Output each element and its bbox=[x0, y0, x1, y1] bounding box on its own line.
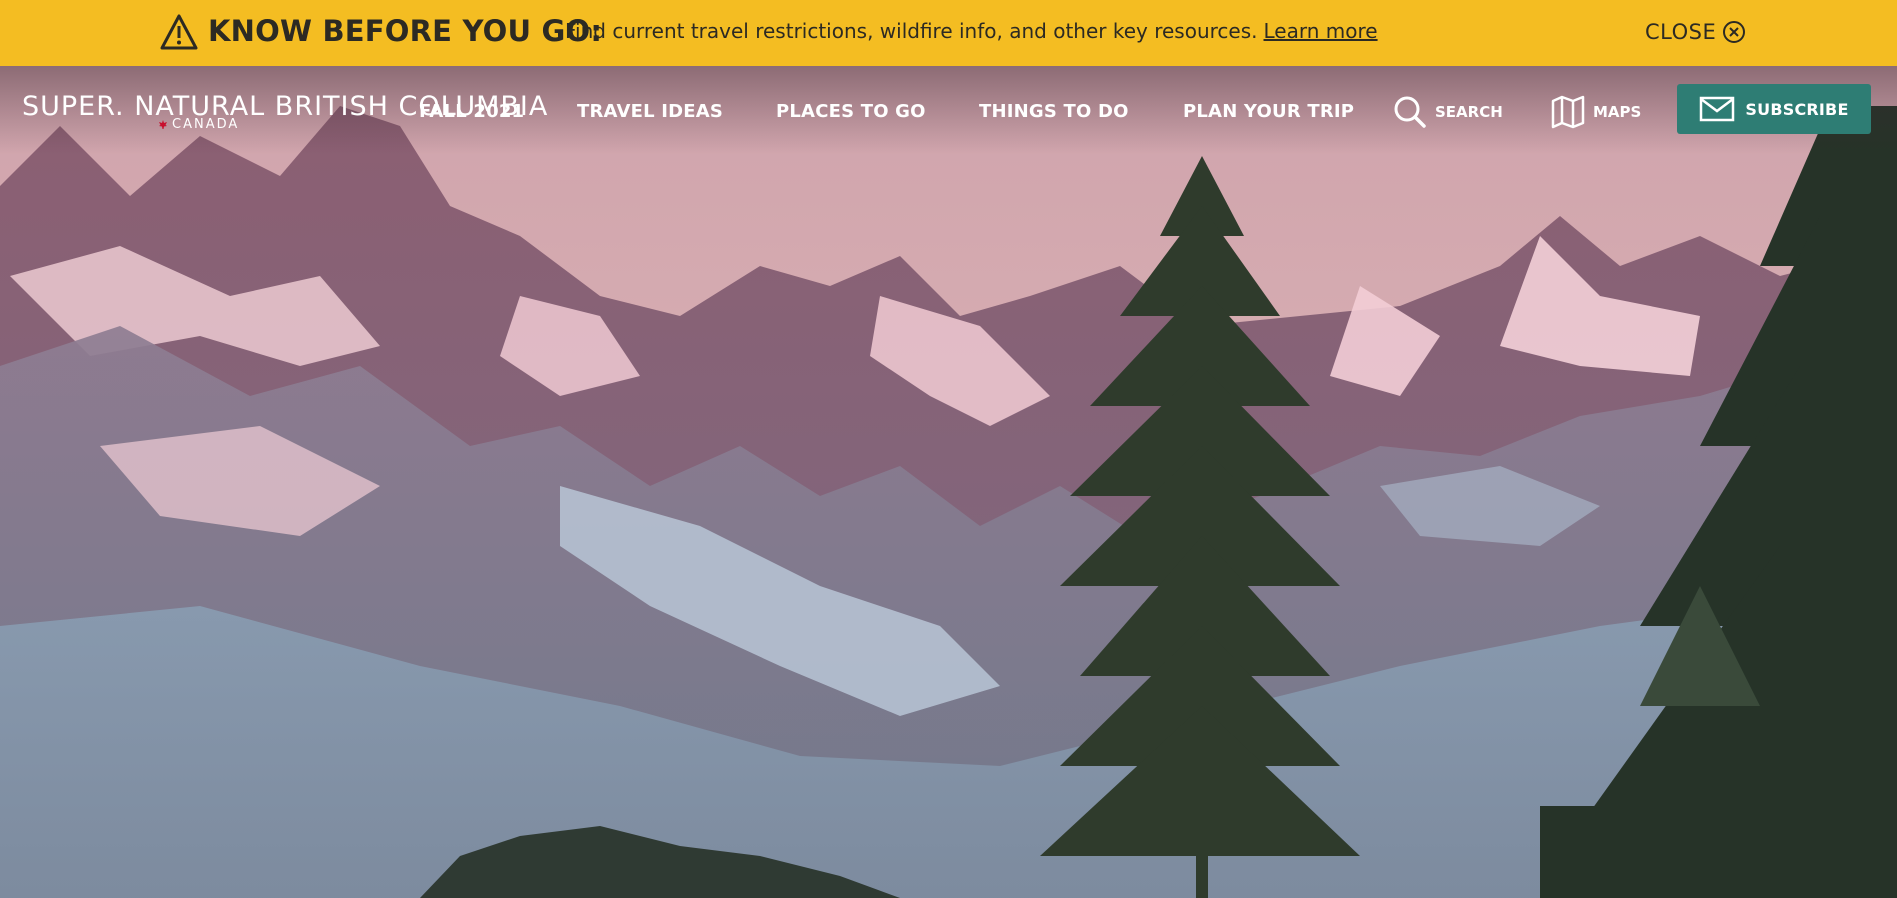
nav-places-to-go[interactable]: PLACES TO GO bbox=[776, 100, 926, 124]
close-label: CLOSE bbox=[1645, 20, 1717, 44]
nav-plan-your-trip[interactable]: PLAN YOUR TRIP bbox=[1183, 100, 1354, 124]
search-label: SEARCH bbox=[1435, 103, 1503, 121]
alert-message: Find current travel restrictions, wildfi… bbox=[565, 19, 1258, 43]
logo-country: CANADA bbox=[172, 117, 240, 132]
alert-banner: KNOW BEFORE YOU GO: Find current travel … bbox=[0, 0, 1897, 66]
mountain-landscape-image bbox=[0, 66, 1897, 898]
maps-label: MAPS bbox=[1593, 103, 1642, 121]
subscribe-button[interactable]: SUBSCRIBE bbox=[1677, 84, 1871, 134]
close-button[interactable]: CLOSE bbox=[1645, 17, 1746, 47]
hero-image bbox=[0, 66, 1897, 898]
alert-message-line: Find current travel restrictions, wildfi… bbox=[565, 16, 1378, 46]
maple-leaf-icon bbox=[159, 120, 167, 129]
top-navigation: SUPER. NATURAL BRITISH COLUMBIA CANADA F… bbox=[0, 66, 1897, 154]
search-icon bbox=[1394, 96, 1426, 128]
map-icon bbox=[1551, 95, 1585, 129]
learn-more-link[interactable]: Learn more bbox=[1264, 19, 1378, 43]
subscribe-label: SUBSCRIBE bbox=[1745, 99, 1849, 119]
nav-things-to-do[interactable]: THINGS TO DO bbox=[979, 100, 1129, 124]
nav-travel-ideas[interactable]: TRAVEL IDEAS bbox=[577, 100, 723, 124]
close-icon bbox=[1723, 21, 1746, 43]
mail-icon bbox=[1700, 96, 1735, 122]
warning-icon bbox=[160, 14, 198, 50]
maps-button[interactable]: MAPS bbox=[1551, 94, 1641, 130]
search-button[interactable]: SEARCH bbox=[1393, 94, 1503, 130]
nav-fall-2021[interactable]: FALL 2021 bbox=[419, 100, 524, 124]
alert-heading: KNOW BEFORE YOU GO: bbox=[208, 14, 603, 48]
